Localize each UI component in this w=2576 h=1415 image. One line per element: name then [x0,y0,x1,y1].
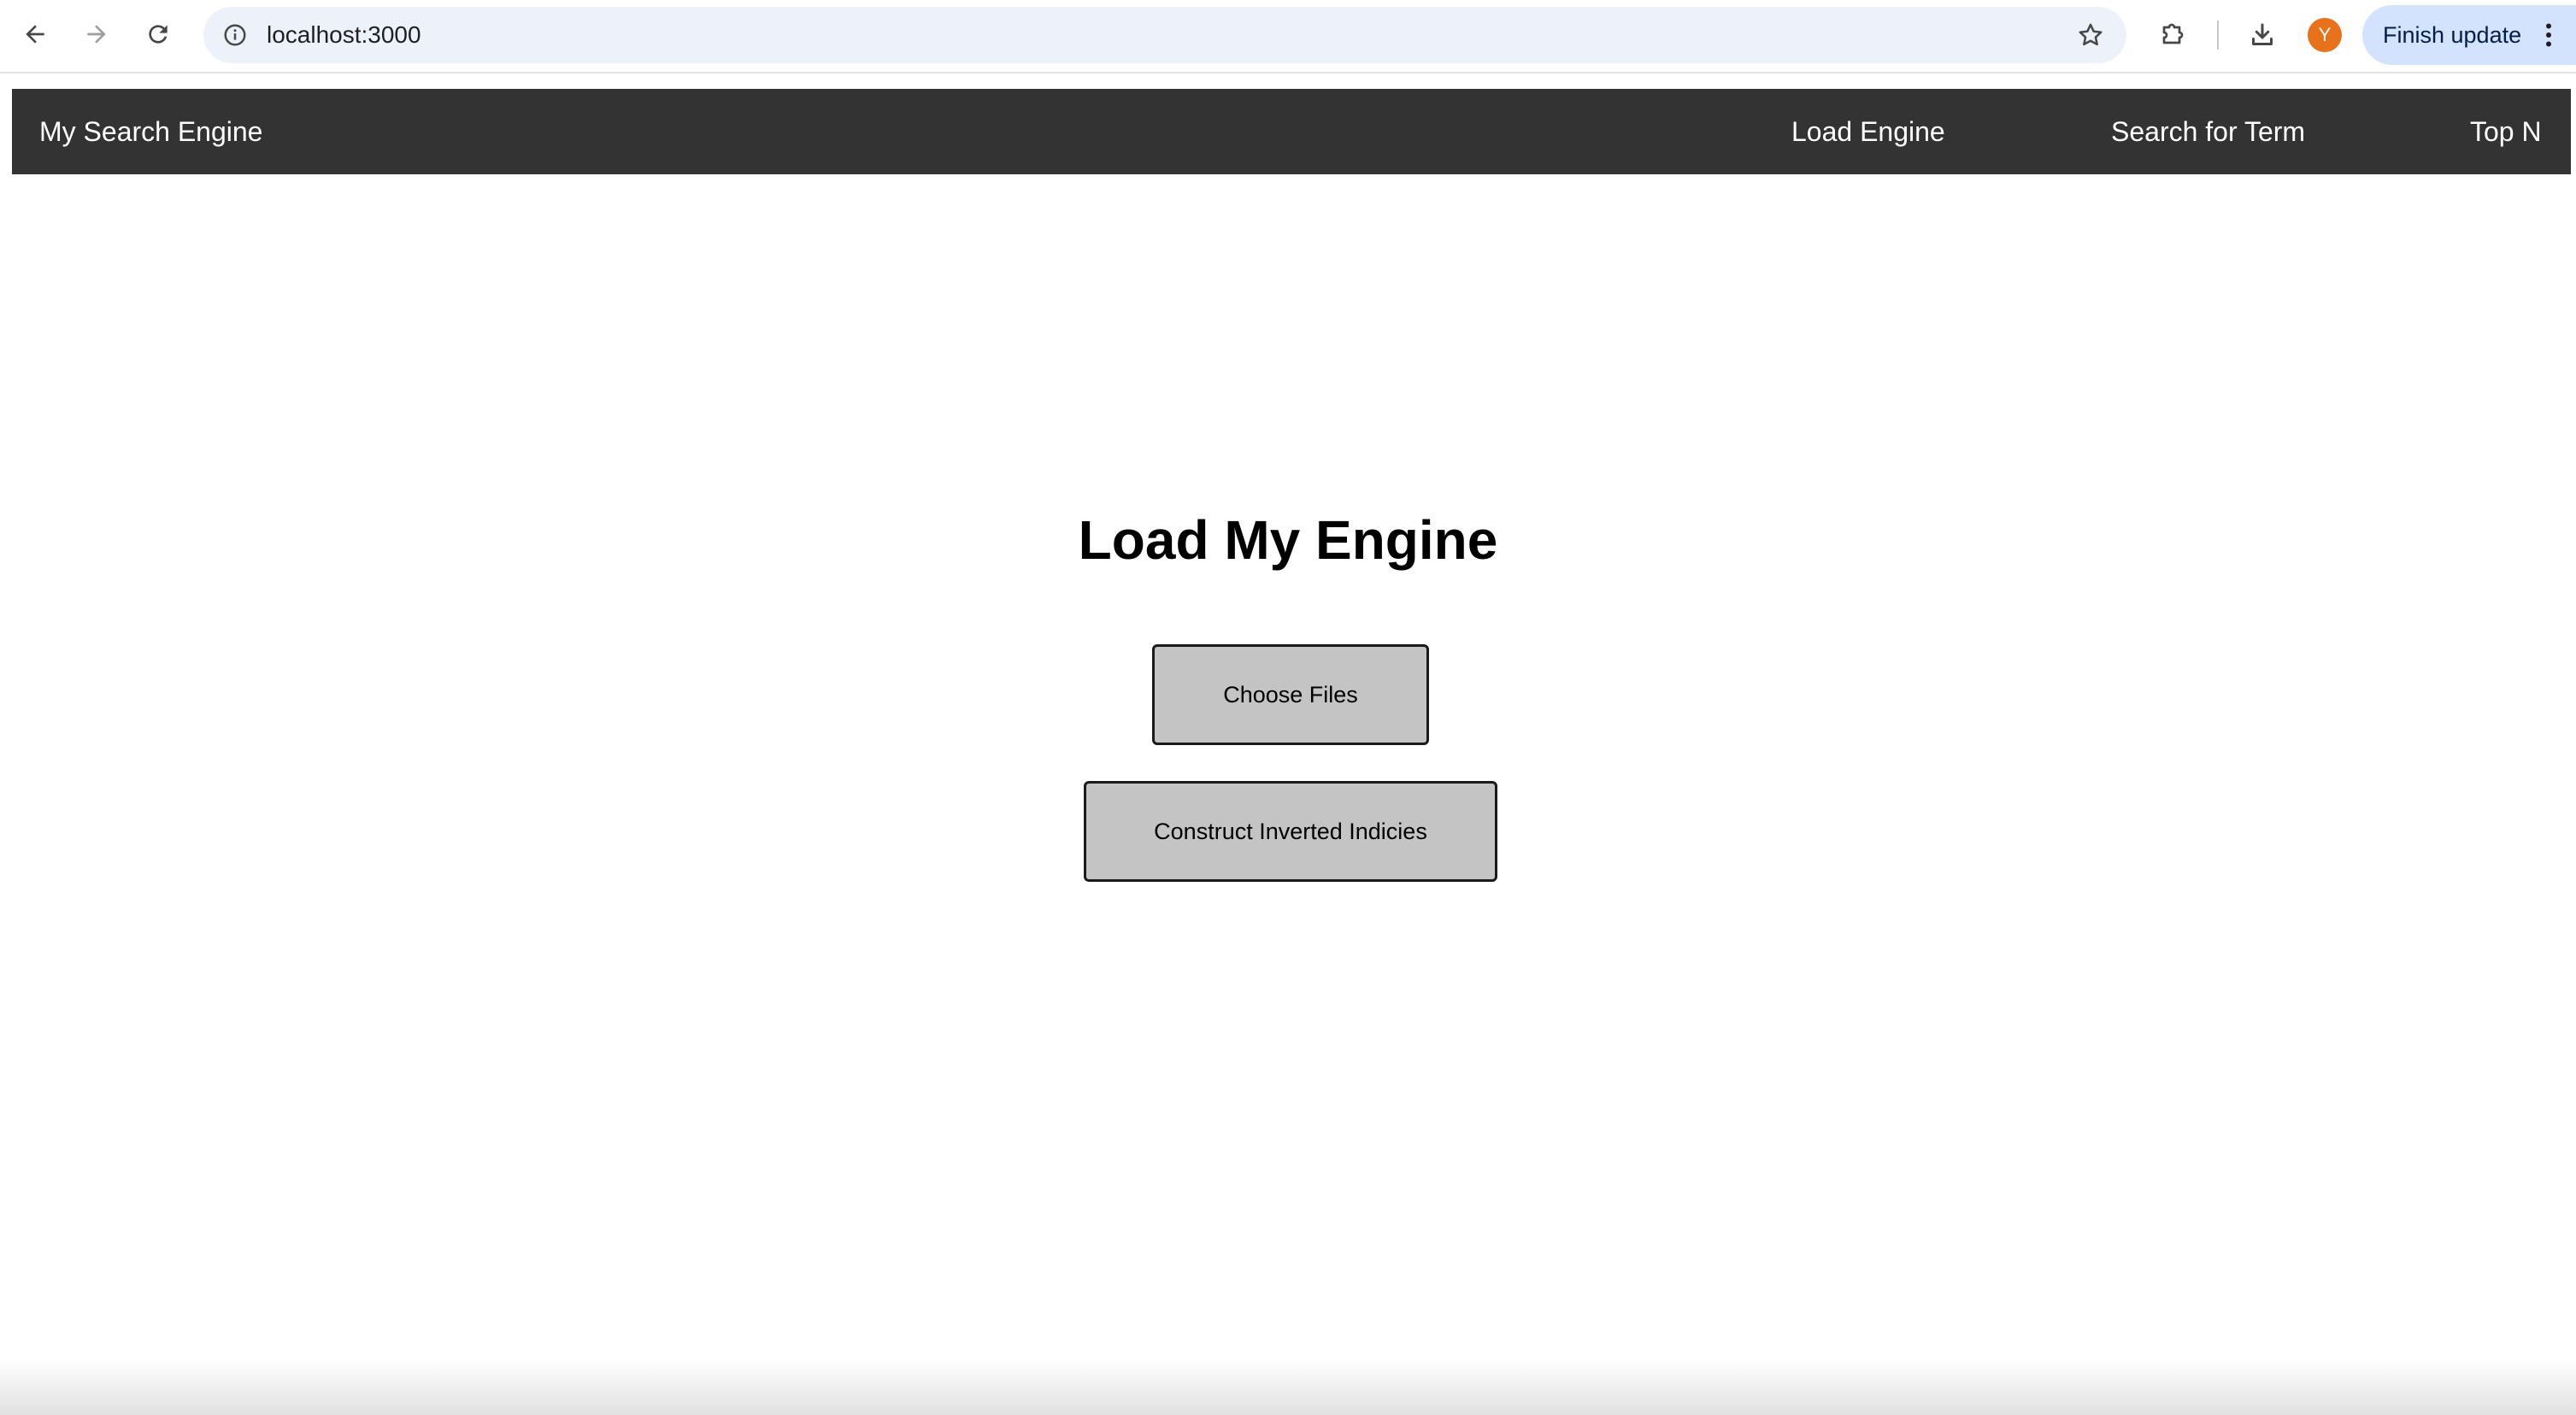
nav-link-load-engine[interactable]: Load Engine [1791,89,1945,174]
site-navbar: My Search Engine Load Engine Search for … [12,89,2571,174]
nav-link-top-n[interactable]: Top N [2470,89,2542,174]
url-text[interactable]: localhost:3000 [267,7,421,63]
window-bottom-shadow [0,1359,2576,1415]
forward-arrow-icon [87,25,106,44]
downloads-button[interactable] [2243,15,2282,55]
address-bar[interactable]: localhost:3000 [203,7,2126,63]
site-info-button[interactable] [217,17,253,53]
choose-files-button[interactable]: Choose Files [1152,644,1429,745]
info-icon [224,24,246,46]
brand-link[interactable]: My Search Engine [39,89,262,174]
star-icon [2079,23,2103,46]
extensions-button[interactable] [2152,15,2191,55]
toolbar-separator [2217,21,2219,50]
reload-button[interactable] [140,16,176,52]
page-title: Load My Engine [1078,509,1498,571]
kebab-menu-icon[interactable] [2533,20,2564,50]
puzzle-icon [2162,23,2184,44]
construct-indices-button[interactable]: Construct Inverted Indicies [1084,781,1497,882]
back-button[interactable] [17,16,53,52]
browser-toolbar: localhost:3000 Y Finish update [0,0,2576,73]
finish-update-button[interactable]: Finish update [2362,5,2576,65]
reload-icon [149,25,168,44]
avatar[interactable]: Y [2308,18,2342,52]
nav-link-search-for-term[interactable]: Search for Term [2111,89,2305,174]
finish-update-label: Finish update [2383,22,2522,48]
back-arrow-icon [26,25,44,44]
download-icon [2252,23,2273,45]
forward-button[interactable] [79,16,115,52]
bookmark-button[interactable] [2072,16,2109,54]
